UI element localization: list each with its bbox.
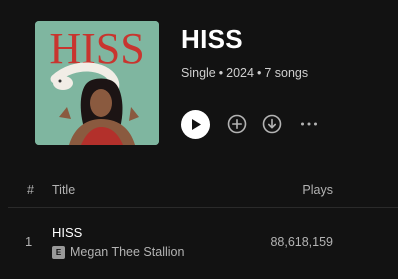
album-song-count: 7 songs (264, 66, 309, 80)
album-cover-image: HISS (35, 21, 159, 145)
column-header-plays: Plays (302, 183, 333, 197)
action-bar (181, 109, 320, 139)
column-header-number: # (27, 183, 34, 197)
track-title[interactable]: HISS (52, 225, 82, 240)
more-options-button[interactable] (298, 113, 320, 135)
plus-circle-icon (227, 114, 247, 134)
explicit-badge: E (52, 245, 65, 259)
album-cover-art: HISS (35, 21, 159, 145)
album-page: HISS HISS Single • 2024 • 7 songs # Titl… (0, 0, 398, 279)
album-title: HISS (181, 24, 243, 54)
track-artist-line: E Megan Thee Stallion (52, 245, 184, 259)
meta-separator: • (218, 66, 224, 80)
track-row[interactable]: 1 HISS E Megan Thee Stallion 88,618,159 (0, 222, 398, 262)
meta-separator: • (256, 66, 262, 80)
album-meta: Single • 2024 • 7 songs (181, 65, 308, 81)
column-header-title: Title (52, 183, 76, 197)
table-divider (8, 207, 398, 208)
track-plays: 88,618,159 (270, 235, 333, 249)
track-artist[interactable]: Megan Thee Stallion (70, 245, 184, 259)
add-to-library-button[interactable] (226, 113, 248, 135)
track-table-header: # Title Plays (0, 183, 398, 201)
download-icon (262, 114, 282, 134)
play-icon (191, 118, 201, 130)
track-number: 1 (25, 234, 33, 249)
album-year: 2024 (226, 66, 254, 80)
download-button[interactable] (261, 113, 283, 135)
more-icon (301, 122, 317, 126)
play-button[interactable] (181, 109, 210, 139)
album-type: Single (181, 66, 216, 80)
